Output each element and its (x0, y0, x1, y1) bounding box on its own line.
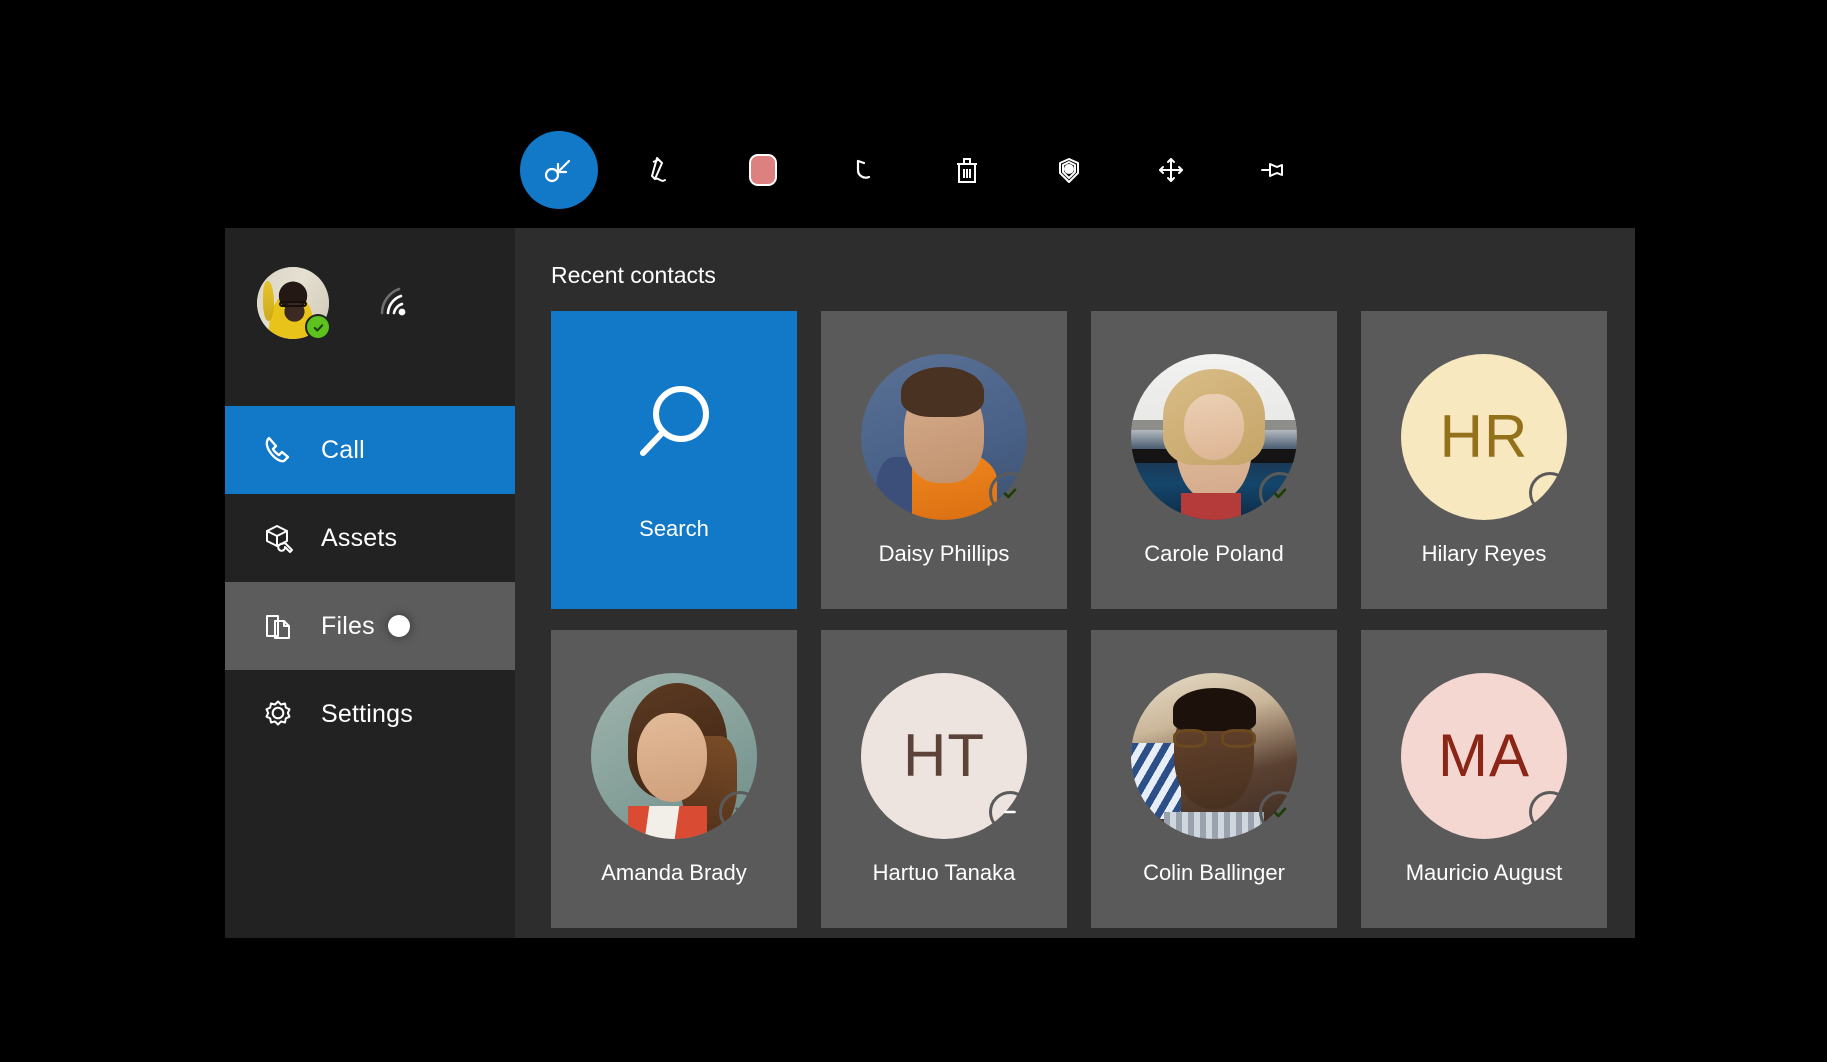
contact-name: Colin Ballinger (1143, 861, 1285, 885)
status-badge (1529, 791, 1571, 833)
app-window: Call Assets (225, 228, 1587, 938)
contact-tile[interactable]: Daisy Phillips (821, 311, 1067, 609)
contact-name: Daisy Phillips (879, 542, 1010, 566)
user-avatar[interactable] (257, 267, 329, 339)
search-tile[interactable]: Search (551, 311, 797, 609)
select-cursor-tool-button[interactable] (520, 131, 598, 209)
undo-icon (845, 150, 885, 190)
assets-icon (255, 515, 301, 561)
profile-row[interactable] (225, 228, 515, 378)
avatar (1131, 673, 1297, 839)
avatar (1131, 354, 1297, 520)
status-badge (989, 791, 1031, 833)
gear-icon (255, 691, 301, 737)
sidebar-item-assets[interactable]: Assets (225, 494, 515, 582)
avatar-initials: HT (903, 721, 985, 790)
sidebar-item-label: Files (321, 612, 375, 641)
contact-tile[interactable]: HT Hartuo Tanaka (821, 630, 1067, 928)
contact-tile[interactable]: Colin Ballinger (1091, 630, 1337, 928)
avatar: MA (1401, 673, 1567, 839)
status-badge (1259, 791, 1301, 833)
signal-strength-icon (373, 280, 419, 326)
anchor-pin-tool-button[interactable] (1030, 131, 1108, 209)
sidebar: Call Assets (225, 228, 515, 938)
check-icon (1270, 802, 1290, 822)
status-badge (719, 791, 761, 833)
status-badge (1529, 472, 1571, 514)
status-badge (305, 314, 331, 340)
color-swatch-icon (749, 154, 777, 186)
avatar-initials: MA (1438, 721, 1530, 790)
move-icon (1151, 150, 1191, 190)
search-tile-label: Search (639, 516, 709, 542)
contact-name: Mauricio August (1406, 861, 1563, 885)
color-swatch-tool-button[interactable] (724, 131, 802, 209)
check-icon (1270, 483, 1290, 503)
minus-icon (1000, 802, 1020, 822)
trash-tool-button[interactable] (928, 131, 1006, 209)
sidebar-item-files[interactable]: Files (225, 582, 515, 670)
sidebar-item-call[interactable]: Call (225, 406, 515, 494)
anchor-pin-icon (1049, 150, 1089, 190)
contact-name: Amanda Brady (601, 861, 747, 885)
select-cursor-icon (539, 150, 579, 190)
contact-tile[interactable]: Carole Poland (1091, 311, 1337, 609)
sidebar-item-label: Call (321, 436, 365, 465)
contact-tile[interactable]: MA Mauricio August (1361, 630, 1607, 928)
contact-name: Carole Poland (1144, 542, 1283, 566)
avatar (861, 354, 1027, 520)
search-icon (625, 379, 723, 482)
page-title: Recent contacts (543, 228, 1607, 311)
close-icon (731, 803, 749, 821)
check-icon (312, 321, 325, 334)
ink-pen-tool-button[interactable] (622, 131, 700, 209)
sidebar-item-settings[interactable]: Settings (225, 670, 515, 758)
content-area: Recent contacts Search (515, 228, 1635, 938)
sidebar-item-label: Assets (321, 524, 397, 553)
undo-tool-button[interactable] (826, 131, 904, 209)
pin-icon (1253, 150, 1293, 190)
contact-name: Hartuo Tanaka (873, 861, 1016, 885)
phone-icon (255, 427, 301, 473)
avatar: HR (1401, 354, 1567, 520)
contacts-grid: Search (543, 311, 1607, 928)
sidebar-item-label: Settings (321, 700, 413, 729)
avatar (591, 673, 757, 839)
avatar: HT (861, 673, 1027, 839)
status-badge (989, 472, 1031, 514)
move-tool-button[interactable] (1132, 131, 1210, 209)
check-icon (1000, 483, 1020, 503)
avatar-initials: HR (1440, 402, 1529, 471)
app-stage: Call Assets (0, 0, 1827, 1062)
sidebar-nav: Call Assets (225, 406, 515, 670)
hologram-toolbar (520, 125, 1600, 215)
ink-pen-icon (641, 150, 681, 190)
pin-tool-button[interactable] (1234, 131, 1312, 209)
files-icon (255, 603, 301, 649)
contact-tile[interactable]: HR Hilary Reyes (1361, 311, 1607, 609)
status-badge (1259, 472, 1301, 514)
contact-tile[interactable]: Amanda Brady (551, 630, 797, 928)
gaze-cursor-dot (388, 615, 410, 637)
trash-icon (947, 150, 987, 190)
contact-name: Hilary Reyes (1422, 542, 1547, 566)
